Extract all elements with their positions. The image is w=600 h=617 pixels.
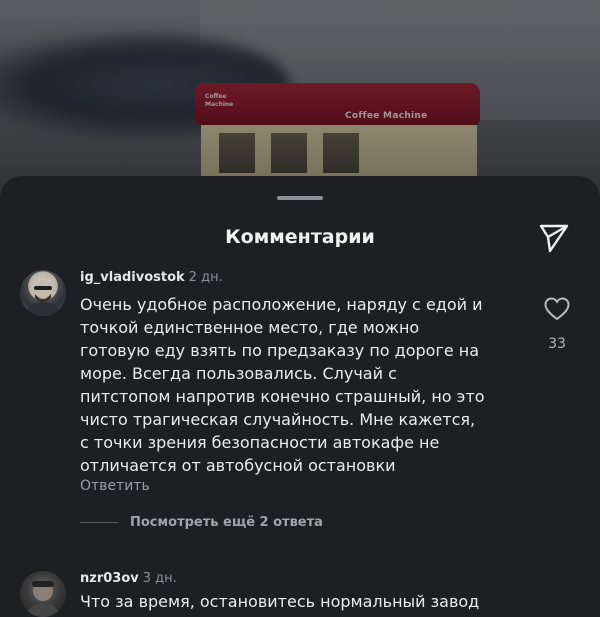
heart-icon bbox=[544, 297, 570, 321]
username-text[interactable]: ig_vladivostok bbox=[80, 270, 185, 285]
comment-username[interactable]: ig_vladivostok 2 дн. bbox=[80, 270, 223, 285]
comments-sheet: Комментарии ig_vladivostok 2 дн. Очень уд… bbox=[0, 176, 600, 617]
comment-time: 3 дн. bbox=[142, 571, 177, 586]
dim-overlay bbox=[0, 0, 600, 200]
comment-time: 2 дн. bbox=[188, 270, 223, 285]
avatar-person-icon bbox=[26, 581, 60, 617]
like-button[interactable] bbox=[540, 294, 574, 324]
avatar[interactable] bbox=[20, 571, 66, 617]
send-icon bbox=[539, 224, 569, 253]
comment-username[interactable]: nzr03ov 3 дн. bbox=[80, 571, 177, 586]
sheet-grabber[interactable] bbox=[277, 196, 323, 200]
like-count: 33 bbox=[548, 336, 566, 352]
sheet-title: Комментарии bbox=[225, 226, 375, 248]
reply-button[interactable]: Ответить bbox=[80, 478, 150, 494]
divider-line bbox=[80, 521, 118, 523]
comment-text: Очень удобное расположение, наряду с едо… bbox=[80, 295, 485, 475]
comment-text: Что за время, остановитесь нормальный за… bbox=[80, 592, 480, 611]
avatar-person-icon bbox=[25, 280, 61, 316]
view-more-replies-label[interactable]: Посмотреть ещё 2 ответа bbox=[130, 515, 323, 530]
share-button[interactable] bbox=[536, 219, 572, 255]
view-more-replies[interactable]: Посмотреть ещё 2 ответа bbox=[80, 513, 323, 531]
background-photo: Coffee Machine Coffee Machine bbox=[0, 0, 600, 200]
username-text[interactable]: nzr03ov bbox=[80, 571, 139, 586]
avatar[interactable] bbox=[20, 270, 66, 316]
